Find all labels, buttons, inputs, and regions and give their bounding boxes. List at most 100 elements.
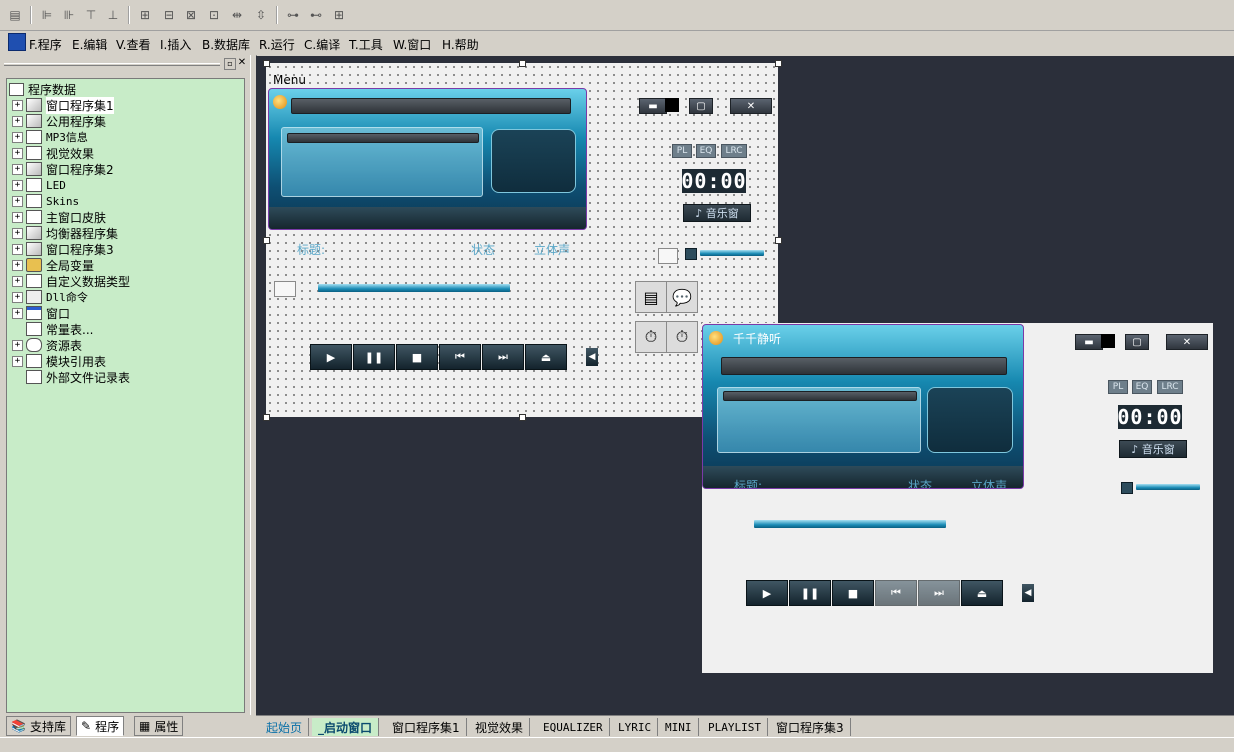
stop-button[interactable]: ■ — [832, 580, 874, 606]
resize-handle[interactable] — [775, 237, 782, 244]
tree-item[interactable]: + 模块引用表 — [12, 353, 106, 369]
eject-button[interactable]: ⏏ — [525, 344, 567, 370]
expand-icon[interactable]: + — [12, 355, 23, 367]
expand-icon[interactable]: + — [12, 275, 23, 287]
timer-icon[interactable]: ⏱ — [666, 321, 698, 353]
tab-playlist[interactable]: PLAYLIST — [702, 718, 768, 736]
expand-icon[interactable]: + — [12, 195, 23, 207]
resize-handle[interactable] — [519, 414, 526, 421]
expand-icon[interactable]: + — [12, 99, 23, 111]
volume-thumb[interactable] — [685, 248, 697, 260]
tab-window-assembly3[interactable]: 窗口程序集3 — [770, 718, 851, 736]
resize-handle[interactable] — [263, 237, 270, 244]
center-h-icon[interactable]: ⊶ — [284, 6, 302, 24]
previous-button[interactable]: ⏮ — [439, 344, 481, 370]
expand-icon[interactable]: + — [12, 131, 23, 143]
form-icon[interactable]: ▤ — [6, 6, 24, 24]
tree-item[interactable]: + 窗口程序集1 — [12, 96, 114, 114]
music-window-button[interactable]: ♪ 音乐窗 — [1119, 440, 1187, 458]
expand-icon[interactable]: + — [12, 179, 23, 191]
eject-button[interactable]: ⏏ — [961, 580, 1003, 606]
menu-database[interactable]: B.数据库 — [202, 36, 250, 53]
next-button[interactable]: ⏭ — [918, 580, 960, 606]
tree-item[interactable]: + 全局变量 — [12, 257, 94, 273]
tab-window-assembly1[interactable]: 窗口程序集1 — [386, 718, 467, 736]
maximize-button[interactable]: ▢ — [1125, 334, 1149, 350]
align-left-icon[interactable]: ⊫ — [38, 6, 56, 24]
resize-handle[interactable] — [775, 60, 782, 67]
center-v-icon[interactable]: ⊷ — [307, 6, 325, 24]
eq-button[interactable]: EQ — [696, 144, 716, 158]
music-window-button[interactable]: ♪ 音乐窗 — [683, 204, 751, 222]
lrc-button[interactable]: LRC — [1157, 380, 1183, 394]
tab-equalizer[interactable]: EQUALIZER — [537, 718, 610, 736]
tree-item[interactable]: + 窗口程序集2 — [12, 161, 114, 177]
small-checkbox[interactable] — [658, 248, 678, 264]
space-h-icon[interactable]: ⊞ — [136, 6, 154, 24]
expand-icon[interactable]: + — [12, 243, 23, 255]
menu-run[interactable]: R.运行 — [259, 36, 295, 53]
tab-mini[interactable]: MINI — [659, 718, 699, 736]
close-button[interactable]: ✕ — [730, 98, 772, 114]
expand-icon[interactable]: + — [12, 291, 23, 303]
close-button[interactable]: ✕ — [1166, 334, 1208, 350]
maximize-button[interactable]: ▢ — [689, 98, 713, 114]
menu-tools[interactable]: T.工具 — [349, 36, 383, 53]
tab-program[interactable]: ✎ 程序 — [76, 716, 125, 736]
tree-item[interactable]: + 窗口 — [12, 305, 70, 321]
tree-item[interactable]: + 窗口程序集3 — [12, 241, 114, 257]
float-panel-icon[interactable]: ▫ — [224, 58, 236, 70]
eq-button[interactable]: EQ — [1132, 380, 1152, 394]
close-panel-icon[interactable]: ✕ — [237, 58, 247, 68]
tree-item[interactable]: 外部文件记录表 — [26, 369, 130, 385]
tree-item[interactable]: + 公用程序集 — [12, 113, 106, 129]
expand-icon[interactable]: + — [12, 115, 23, 127]
tree-item[interactable]: + LED — [12, 177, 66, 193]
distribute-v-icon[interactable]: ⇳ — [252, 6, 270, 24]
tab-support-library[interactable]: 📚 支持库 — [6, 716, 71, 736]
tab-start-page[interactable]: 起始页 — [260, 718, 310, 736]
menu-compile[interactable]: C.编译 — [304, 36, 340, 53]
expand-icon[interactable]: + — [12, 211, 23, 223]
resize-handle[interactable] — [519, 60, 526, 67]
expand-icon[interactable]: + — [12, 339, 23, 351]
expand-icon[interactable]: + — [12, 163, 23, 175]
tree-item[interactable]: + Skins — [12, 193, 79, 209]
volume-button[interactable]: ◀ — [586, 348, 598, 366]
minimize-button[interactable]: ▬ — [639, 98, 667, 114]
space-v-icon[interactable]: ⊟ — [160, 6, 178, 24]
previous-button[interactable]: ⏮ — [875, 580, 917, 606]
volume-bar[interactable] — [700, 250, 764, 256]
menu-edit[interactable]: E.编辑 — [72, 36, 107, 53]
skin-image[interactable] — [268, 88, 587, 230]
volume-thumb[interactable] — [1121, 482, 1133, 494]
tree-item[interactable]: 常量表... — [26, 321, 93, 337]
pause-button[interactable]: ❚❚ — [353, 344, 395, 370]
expand-icon[interactable]: + — [12, 259, 23, 271]
menu-view[interactable]: V.查看 — [116, 36, 150, 53]
pause-button[interactable]: ❚❚ — [789, 580, 831, 606]
distribute-h-icon[interactable]: ⇹ — [228, 6, 246, 24]
tree-item[interactable]: + 主窗口皮肤 — [12, 209, 106, 225]
tree-item[interactable]: + 资源表 — [12, 337, 82, 353]
expand-icon[interactable]: + — [12, 147, 23, 159]
progress-bar[interactable] — [754, 520, 946, 528]
chat-icon[interactable]: 💬 — [666, 281, 698, 313]
minimize-button[interactable]: ▬ — [1075, 334, 1103, 350]
next-button[interactable]: ⏭ — [482, 344, 524, 370]
tab-properties[interactable]: ▦ 属性 — [134, 716, 184, 736]
tree-item[interactable]: + Dll命令 — [12, 289, 88, 305]
list-icon[interactable]: ▤ — [635, 281, 667, 313]
tab-visual-effects[interactable]: 视觉效果 — [469, 718, 531, 736]
menu-program[interactable]: F.程序 — [29, 36, 62, 53]
resize-handle[interactable] — [263, 60, 270, 67]
resize-handle[interactable] — [263, 414, 270, 421]
same-width-icon[interactable]: ⊠ — [182, 6, 200, 24]
align-center-icon[interactable]: ⊪ — [60, 6, 78, 24]
pl-button[interactable]: PL — [1108, 380, 1128, 394]
menu-window[interactable]: W.窗口 — [393, 36, 431, 53]
tree-item[interactable]: + 均衡器程序集 — [12, 225, 118, 241]
tree-item[interactable]: + 自定义数据类型 — [12, 273, 130, 289]
menu-help[interactable]: H.帮助 — [442, 36, 479, 53]
preview-skin[interactable]: 千千静听 标题: 状态 立体声 — [702, 324, 1024, 489]
